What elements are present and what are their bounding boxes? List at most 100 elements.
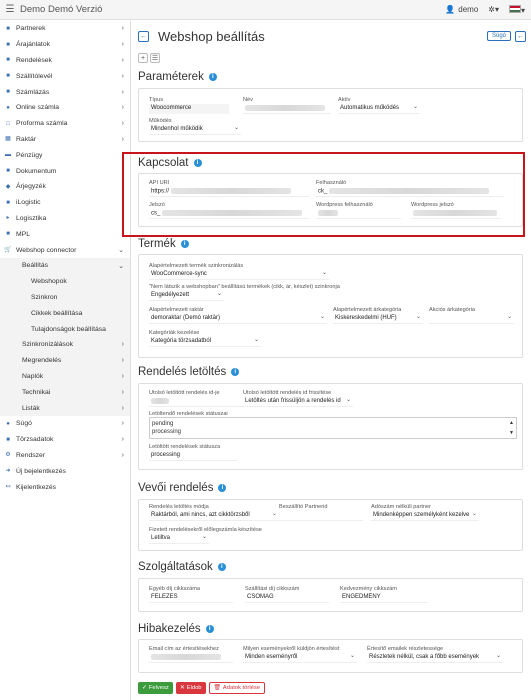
- supplier-input[interactable]: [279, 511, 363, 521]
- add-icon[interactable]: +: [138, 53, 148, 63]
- sidebar-sub-szinkronizalasok[interactable]: Szinkronizálások ›: [0, 336, 130, 353]
- mode-select[interactable]: Mindenhol működik: [149, 125, 241, 135]
- list-icon[interactable]: ☰: [150, 53, 160, 63]
- customer-order-card: Rendelés letöltés módja Raktárból, ami ni…: [138, 499, 523, 551]
- delete-data-button[interactable]: 🗑 Adatok törlése: [208, 682, 265, 694]
- not-in-shop-select[interactable]: Engedélyezett: [149, 291, 224, 301]
- chevron-right-icon: ›: [121, 135, 124, 143]
- help-button[interactable]: Súgó: [486, 31, 511, 41]
- sidebar-item-torzsadatok[interactable]: ■ Törzsadatok ›: [0, 432, 130, 448]
- sidebar-item-uj-bejelentkezes[interactable]: ➜ Új bejelentkezés: [0, 463, 130, 479]
- sidebar-item-rendelesek[interactable]: ■ Rendelések ›: [0, 53, 130, 69]
- sidebar-item-dokumentum[interactable]: ■ Dokumentum ›: [0, 163, 130, 179]
- sidebar-item-rendszer[interactable]: ⚙ Rendszer ›: [0, 448, 130, 464]
- sidebar-item-ilogistic[interactable]: ■ iLogistic ›: [0, 195, 130, 211]
- sidebar-sub-cikkek[interactable]: Cikkek beállítása: [0, 305, 130, 322]
- info-icon[interactable]: i: [231, 368, 240, 376]
- refresh-select[interactable]: Letöltés után frissüljön a rendelés id: [243, 397, 353, 407]
- chevron-right-icon: ›: [121, 357, 124, 365]
- field-label: Szállítási díj cikkszám: [245, 586, 300, 592]
- sidebar-item-szamlazas[interactable]: ■ Számlázás ›: [0, 84, 130, 100]
- sidebar-item-label: Kijelentkezés: [16, 483, 57, 491]
- action-bar: ✓ Felvesz ✕ Eldob 🗑 Adatok törlése: [138, 682, 265, 694]
- last-id-input[interactable]: [149, 397, 244, 407]
- sidebar-item-mpl[interactable]: ■ MPL ›: [0, 226, 130, 242]
- info-icon[interactable]: i: [180, 240, 189, 248]
- discount-input[interactable]: ENGEDMÉNY: [340, 593, 428, 603]
- scroll-up-icon[interactable]: ▲: [509, 419, 514, 427]
- section-error-handling: Hibakezelés i: [138, 623, 214, 635]
- prepay-select[interactable]: Letiltva: [149, 534, 209, 544]
- email-input[interactable]: [149, 653, 233, 663]
- info-icon[interactable]: i: [205, 625, 214, 633]
- menu-toggle-icon[interactable]: ☰: [3, 4, 17, 15]
- field-label: Fizetett rendelésekről előlegszámla kész…: [149, 527, 262, 533]
- category-mgmt-select[interactable]: Kategória törzsadatból: [149, 337, 261, 347]
- save-button[interactable]: ✓ Felvesz: [138, 682, 173, 694]
- sidebar-item-logisztika[interactable]: ▸ Logisztika ›: [0, 211, 130, 227]
- scroll-down-icon[interactable]: ▼: [509, 429, 514, 437]
- sidebar-item-online-szamla[interactable]: ● Online számla ›: [0, 100, 130, 116]
- sidebar-sub-technikai[interactable]: Technikai ›: [0, 384, 130, 401]
- shipping-input[interactable]: CSOMAG: [245, 593, 329, 603]
- document-icon: ■: [6, 168, 10, 175]
- language-dropdown[interactable]: ▾: [508, 4, 525, 15]
- sidebar-sub-szinkron[interactable]: Szinkron: [0, 289, 130, 306]
- sidebar-item-label: Árjegyzék: [16, 183, 46, 191]
- sidebar-sub-webshopok[interactable]: Webshopok: [0, 273, 130, 290]
- warehouse-select[interactable]: demoraktar (Demó raktár): [149, 314, 327, 324]
- sidebar-item-sugo[interactable]: ● Súgó ›: [0, 416, 130, 432]
- sidebar-sub-tulajdonsagok[interactable]: Tulajdonságok beállítása: [0, 321, 130, 337]
- user-icon: 👤: [445, 5, 456, 14]
- section-parameters: Paraméterek i: [138, 71, 217, 83]
- cancel-button[interactable]: ✕ Eldob: [175, 682, 206, 694]
- last-id-field: Utolsó letöltött rendelés id-je: [149, 390, 244, 407]
- sync-select[interactable]: WooCommerce-sync: [149, 270, 329, 280]
- sidebar-item-proforma[interactable]: □ Proforma számla ›: [0, 116, 130, 132]
- active-field: Aktív Automatikus működés: [338, 97, 420, 114]
- sidebar-sub-listak[interactable]: Listák ›: [0, 400, 130, 416]
- sidebar-sub-megrendeles[interactable]: Megrendelés ›: [0, 352, 130, 369]
- chevron-right-icon: ›: [121, 41, 124, 49]
- downloaded-status-input[interactable]: processing: [149, 451, 237, 461]
- globe-icon: ●: [6, 104, 10, 111]
- sidebar-item-kijelentkezes[interactable]: ↤ Kijelentkezés: [0, 479, 130, 495]
- order-mode-select[interactable]: Raktárból, ami nincs, azt cikktörzsből: [149, 511, 279, 521]
- info-icon[interactable]: i: [217, 563, 226, 571]
- sidebar-item-webshop-connector[interactable]: 🛒 Webshop connector ⌄: [0, 242, 130, 258]
- cancel-label: Eldob: [186, 685, 202, 691]
- sidebar-sub-naplok[interactable]: Naplók ›: [0, 368, 130, 385]
- back-arrow-button[interactable]: ←: [515, 31, 526, 42]
- user-menu[interactable]: 👤 demo: [445, 5, 478, 14]
- chevron-right-icon: ›: [121, 72, 124, 80]
- sale-category-select[interactable]: [429, 314, 514, 324]
- sidebar-item-szallitolevel[interactable]: ■ Szállítólevél ›: [0, 68, 130, 84]
- sidebar-item-penzugy[interactable]: ▬ Pénzügy ›: [0, 147, 130, 163]
- sidebar-item-label: Szállítólevél: [16, 72, 53, 80]
- type-field: Típus Woocommerce: [149, 97, 229, 114]
- fee-input[interactable]: FELEZES: [149, 593, 233, 603]
- gears-icon: ⚙: [5, 452, 11, 459]
- detail-select[interactable]: Részletek nélkül, csak a főbb események: [367, 653, 503, 663]
- price-category-select[interactable]: Kiskereskedelmi (HUF): [333, 314, 423, 324]
- error-handling-card: Email cím az értesítésekhez Milyen esemé…: [138, 639, 523, 673]
- statuses-textarea[interactable]: pending processing ▲ ▼: [149, 417, 517, 439]
- taxfree-select[interactable]: Mindenképpen személyként kezelve: [371, 511, 479, 521]
- sidebar-sub-beallitas[interactable]: Beállítás ⌄: [0, 257, 130, 274]
- events-select[interactable]: Minden eseményről: [243, 653, 357, 663]
- delete-label: Adatok törlése: [222, 685, 260, 691]
- sidebar-item-label: Webshopok: [31, 278, 67, 286]
- info-icon[interactable]: i: [218, 484, 227, 492]
- info-icon[interactable]: i: [208, 73, 217, 81]
- sidebar-item-label: Rendszer: [16, 451, 46, 459]
- sidebar-item-arajanlatok[interactable]: ■ Árajánlatok ›: [0, 37, 130, 53]
- back-button[interactable]: ←: [138, 31, 149, 42]
- sidebar-item-raktar[interactable]: ▦ Raktár ›: [0, 132, 130, 148]
- name-input[interactable]: [243, 104, 331, 114]
- settings-dropdown-icon[interactable]: ✲▾: [488, 5, 499, 14]
- active-select[interactable]: Automatikus működés: [338, 104, 420, 114]
- sidebar-item-arjegyzek[interactable]: ◆ Árjegyzék ›: [0, 179, 130, 195]
- sidebar-item-partnerek[interactable]: ■ Partnerek ›: [0, 21, 130, 37]
- order-icon: ■: [6, 57, 10, 64]
- statuses-field: Letöltendő rendelések státuszai pending …: [149, 411, 517, 439]
